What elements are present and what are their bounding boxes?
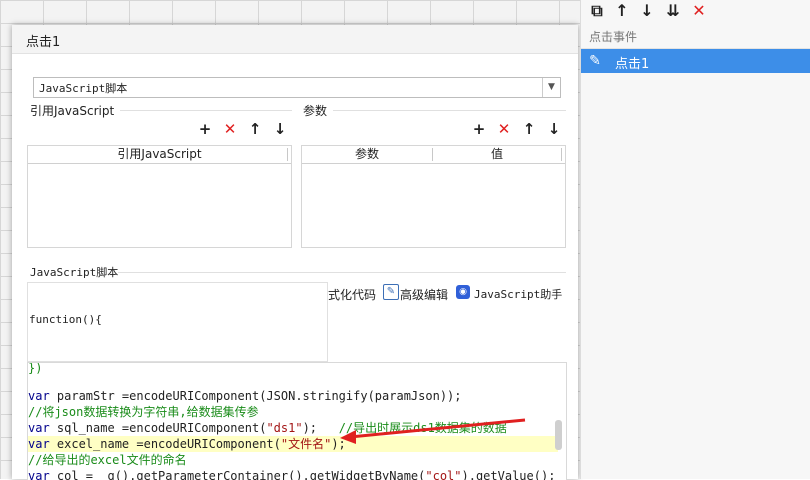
script-type-select[interactable]: JavaScript脚本 ▼ bbox=[33, 77, 561, 98]
delete-icon[interactable]: ✕ bbox=[495, 120, 513, 138]
ref-js-section-title: 引用JavaScript bbox=[30, 104, 115, 118]
move-to-bottom-icon[interactable]: ⇊ bbox=[662, 0, 684, 22]
delete-icon[interactable]: ✕ bbox=[221, 120, 239, 138]
code-line: var col = _g().getParameterContainer().g… bbox=[28, 469, 556, 480]
script-type-value: JavaScript脚本 bbox=[39, 82, 128, 95]
column-separator bbox=[287, 148, 288, 161]
edit-pencil-icon[interactable]: ✎ bbox=[585, 51, 605, 71]
params-table[interactable]: 参数 值 bbox=[301, 145, 566, 248]
event-item-label: 点击1 bbox=[615, 57, 650, 72]
code-line: }) bbox=[28, 362, 43, 375]
delete-icon[interactable]: ✕ bbox=[688, 0, 710, 22]
column-separator bbox=[561, 148, 562, 161]
params-section-title: 参数 bbox=[303, 104, 328, 118]
code-line: //将json数据转换为字符串,给数据集传参 bbox=[28, 405, 259, 419]
assistant-icon[interactable]: ◉ bbox=[456, 285, 470, 299]
event-list-item-selected[interactable]: ✎ 点击1 bbox=[581, 49, 810, 73]
function-label: function(){ bbox=[29, 313, 102, 326]
arrow-up-icon[interactable]: ↑ bbox=[520, 120, 538, 138]
script-section-title: JavaScript脚本 bbox=[30, 266, 119, 279]
edit-doc-icon[interactable]: ✎ bbox=[383, 284, 399, 300]
section-divider bbox=[118, 272, 566, 273]
dialog-title: 点击1 bbox=[26, 35, 61, 50]
annotation-arrow bbox=[340, 418, 526, 444]
code-line: var paramStr =encodeURIComponent(JSON.st… bbox=[28, 389, 462, 403]
column-separator bbox=[432, 148, 433, 161]
code-scrollbar[interactable] bbox=[555, 420, 562, 450]
js-assistant-link[interactable]: JavaScript助手 bbox=[474, 286, 562, 302]
dialog-title-bar: 点击1 bbox=[12, 25, 578, 54]
arrow-down-icon[interactable]: ↓ bbox=[271, 120, 289, 138]
add-icon[interactable]: + bbox=[470, 120, 488, 138]
copy-icon[interactable]: ⧉ bbox=[586, 0, 608, 22]
ref-js-column-label: 引用JavaScript bbox=[117, 147, 202, 161]
add-icon[interactable]: + bbox=[196, 120, 214, 138]
param-value-column: 值 bbox=[490, 147, 503, 161]
format-code-link[interactable]: 式化代码 bbox=[328, 286, 376, 303]
arrow-up-icon[interactable]: ↑ bbox=[611, 0, 633, 22]
event-list-header: 点击事件 bbox=[589, 30, 638, 44]
advanced-edit-link[interactable]: 高级编辑 bbox=[400, 286, 448, 303]
code-line: //给导出的excel文件的命名 bbox=[28, 453, 187, 467]
section-divider bbox=[333, 110, 566, 111]
ref-js-table[interactable]: 引用JavaScript bbox=[27, 145, 292, 248]
chevron-down-icon[interactable]: ▼ bbox=[542, 78, 560, 97]
params-header-row: 参数 值 bbox=[302, 146, 565, 164]
param-name-column: 参数 bbox=[354, 147, 379, 161]
arrow-up-icon[interactable]: ↑ bbox=[246, 120, 264, 138]
ref-js-column-header: 引用JavaScript bbox=[28, 146, 291, 164]
arrow-down-icon[interactable]: ↓ bbox=[545, 120, 563, 138]
arrow-down-icon[interactable]: ↓ bbox=[636, 0, 658, 22]
section-divider bbox=[120, 110, 292, 111]
